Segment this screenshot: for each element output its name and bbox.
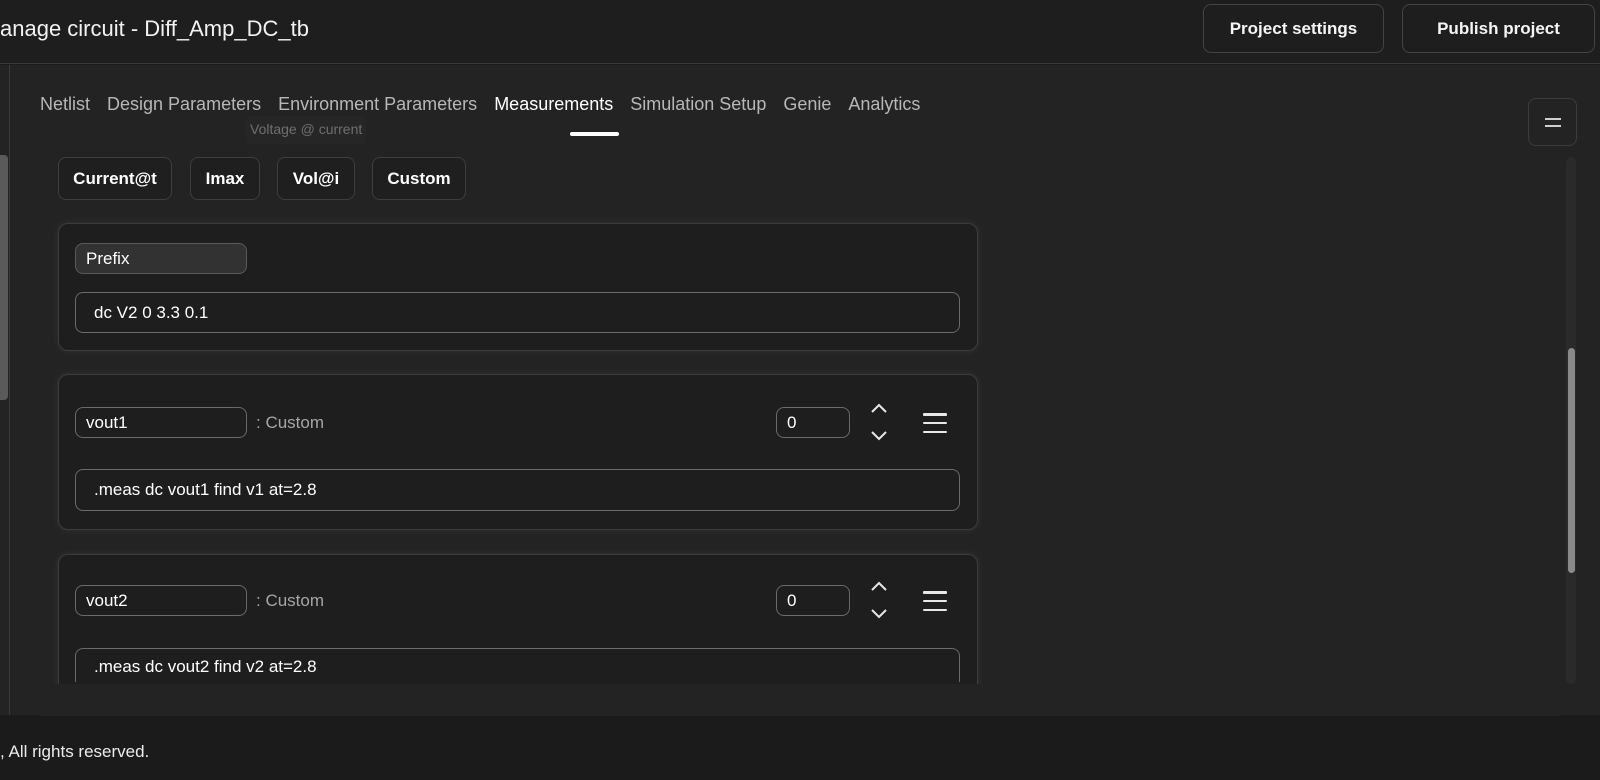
scroll-clip-area	[40, 684, 1560, 716]
publish-project-button[interactable]: Publish project	[1402, 4, 1595, 53]
measurement-type-label: : Custom	[256, 413, 325, 432]
footer	[0, 716, 1600, 780]
tab-analytics[interactable]: Analytics	[848, 94, 920, 115]
page-title: anage circuit - Diff_Amp_DC_tb	[0, 16, 309, 41]
tab-netlist[interactable]: Netlist	[40, 94, 90, 115]
prefix-label: Prefix	[75, 243, 247, 274]
chevron-down-icon[interactable]	[868, 428, 890, 444]
vol-at-i-button[interactable]: Vol@i	[277, 157, 355, 200]
tooltip: Voltage @ current	[246, 116, 367, 144]
menu-icon[interactable]	[1528, 98, 1577, 146]
project-settings-button[interactable]: Project settings	[1203, 4, 1384, 53]
measurement-command-input[interactable]: .meas dc vout1 find v1 at=2.8	[75, 469, 960, 511]
measurement-name-input[interactable]: vout2	[75, 585, 247, 616]
prefix-input[interactable]: dc V2 0 3.3 0.1	[75, 292, 960, 333]
tab-environment-parameters[interactable]: Environment Parameters	[278, 94, 477, 115]
left-divider	[9, 65, 10, 715]
scrollbar-thumb[interactable]	[1568, 348, 1575, 573]
left-scrollbar-thumb[interactable]	[0, 155, 8, 400]
custom-button[interactable]: Custom	[372, 157, 466, 200]
measurement-name-input[interactable]: vout1	[75, 407, 247, 438]
imax-button[interactable]: Imax	[190, 157, 260, 200]
tab-design-parameters[interactable]: Design Parameters	[107, 94, 261, 115]
order-input[interactable]: 0	[776, 407, 850, 438]
tab-simulation-setup[interactable]: Simulation Setup	[630, 94, 766, 115]
drag-handle-icon[interactable]	[923, 413, 949, 433]
chevron-up-icon[interactable]	[868, 578, 890, 594]
tab-measurements[interactable]: Measurements	[494, 94, 613, 115]
current-at-t-button[interactable]: Current@t	[58, 157, 172, 200]
chevron-up-icon[interactable]	[868, 400, 890, 416]
measurement-type-label: : Custom	[256, 591, 325, 610]
active-tab-indicator	[570, 132, 619, 136]
chevron-down-icon[interactable]	[868, 606, 890, 622]
drag-handle-icon[interactable]	[923, 591, 949, 611]
tab-genie[interactable]: Genie	[783, 94, 831, 115]
order-input[interactable]: 0	[776, 585, 850, 616]
tab-bar: Netlist Design Parameters Environment Pa…	[40, 94, 937, 115]
measurement-command-input[interactable]: .meas dc vout2 find v2 at=2.8	[75, 648, 960, 682]
footer-copyright: , All rights reserved.	[0, 742, 150, 761]
